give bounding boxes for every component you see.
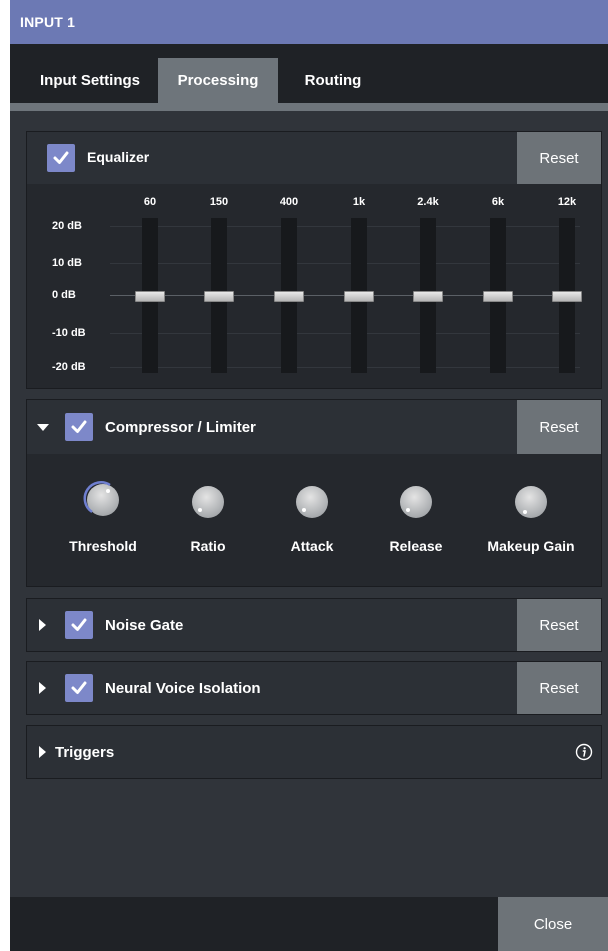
equalizer-checkbox[interactable] — [47, 144, 75, 172]
grid-line — [110, 333, 580, 334]
equalizer-panel: Equalizer Reset — [26, 131, 602, 389]
db-label: 0 dB — [52, 289, 76, 301]
close-label: Close — [533, 915, 573, 933]
eq-slider-thumb[interactable] — [274, 290, 304, 302]
knob-indicator — [198, 508, 202, 512]
tab-underline — [10, 103, 608, 111]
checkmark-icon — [71, 420, 87, 433]
tab-routing[interactable]: Routing — [278, 58, 388, 103]
knob-indicator — [406, 508, 410, 512]
knob-indicator — [302, 508, 306, 512]
input-settings-window: INPUT 1 Input Settings Processing Routin… — [10, 0, 608, 951]
tab-input-settings[interactable]: Input Settings — [22, 58, 158, 103]
db-label: -10 dB — [52, 327, 86, 339]
band-freq-label: 6k — [491, 196, 505, 208]
knob-label: Makeup Gain — [487, 538, 575, 554]
voice-isolation-label: Neural Voice Isolation — [105, 680, 261, 697]
tab-label: Input Settings — [40, 72, 140, 89]
checkmark-icon — [71, 681, 87, 694]
reset-label: Reset — [539, 149, 579, 167]
equalizer-header: Equalizer Reset — [27, 132, 601, 184]
knob-label: Release — [389, 538, 443, 554]
noise-gate-checkbox[interactable] — [65, 611, 93, 639]
band-freq-label: 12k — [557, 196, 577, 208]
eq-slider-thumb[interactable] — [135, 290, 165, 302]
triggers-panel: Triggers — [26, 725, 602, 779]
db-label: 20 dB — [52, 220, 82, 232]
eq-slider-thumb[interactable] — [413, 290, 443, 302]
eq-slider-thumb[interactable] — [344, 290, 374, 302]
equalizer-reset-button[interactable]: Reset — [517, 132, 601, 184]
makeup-gain-knob[interactable] — [515, 486, 547, 518]
compressor-label: Compressor / Limiter — [105, 419, 256, 436]
noise-gate-reset-button[interactable]: Reset — [517, 599, 601, 651]
voice-isolation-header[interactable]: Neural Voice Isolation Reset — [27, 662, 601, 714]
eq-slider-thumb[interactable] — [204, 290, 234, 302]
threshold-arc — [83, 481, 111, 514]
grid-line — [110, 367, 580, 368]
voice-isolation-checkbox[interactable] — [65, 674, 93, 702]
info-icon[interactable] — [575, 743, 593, 761]
band-freq-label: 60 — [143, 196, 157, 208]
expand-arrow-icon[interactable] — [39, 619, 46, 631]
footer: Close — [10, 897, 608, 951]
knob-label: Threshold — [69, 538, 137, 554]
eq-slider-thumb[interactable] — [483, 290, 513, 302]
voice-isolation-reset-button[interactable]: Reset — [517, 662, 601, 714]
band-freq-label: 2.4k — [417, 196, 439, 208]
expand-arrow-icon[interactable] — [39, 746, 46, 758]
checkmark-icon — [53, 151, 69, 164]
reset-label: Reset — [539, 616, 579, 634]
compressor-checkbox[interactable] — [65, 413, 93, 441]
release-knob[interactable] — [400, 486, 432, 518]
band-freq-label: 150 — [209, 196, 229, 208]
triggers-header[interactable]: Triggers — [27, 726, 601, 778]
reset-label: Reset — [539, 679, 579, 697]
tab-processing[interactable]: Processing — [158, 58, 278, 103]
band-freq-label: 400 — [279, 196, 299, 208]
grid-line — [110, 226, 580, 227]
band-freq-label: 1k — [352, 196, 366, 208]
knob-label: Attack — [290, 538, 334, 554]
compressor-header: Compressor / Limiter Reset — [27, 400, 601, 454]
db-label: 10 dB — [52, 257, 82, 269]
equalizer-label: Equalizer — [87, 149, 150, 165]
eq-slider-thumb[interactable] — [552, 290, 582, 302]
compressor-reset-button[interactable]: Reset — [517, 400, 601, 454]
reset-label: Reset — [539, 418, 579, 436]
attack-knob[interactable] — [296, 486, 328, 518]
noise-gate-header[interactable]: Noise Gate Reset — [27, 599, 601, 651]
checkmark-icon — [71, 618, 87, 631]
close-button[interactable]: Close — [498, 897, 608, 951]
ratio-knob[interactable] — [192, 486, 224, 518]
voice-isolation-panel: Neural Voice Isolation Reset — [26, 661, 602, 715]
knob-indicator — [523, 510, 527, 514]
grid-line — [110, 263, 580, 264]
tab-label: Processing — [177, 72, 259, 89]
knob-label: Ratio — [190, 538, 226, 554]
tab-label: Routing — [304, 72, 362, 89]
triggers-label: Triggers — [55, 744, 115, 761]
collapse-arrow-icon[interactable] — [37, 424, 49, 431]
window-title: INPUT 1 — [10, 0, 608, 44]
noise-gate-panel: Noise Gate Reset — [26, 598, 602, 652]
noise-gate-label: Noise Gate — [105, 617, 184, 634]
db-label: -20 dB — [52, 361, 86, 373]
tab-bar: Input Settings Processing Routing — [10, 44, 608, 103]
expand-arrow-icon[interactable] — [39, 682, 46, 694]
